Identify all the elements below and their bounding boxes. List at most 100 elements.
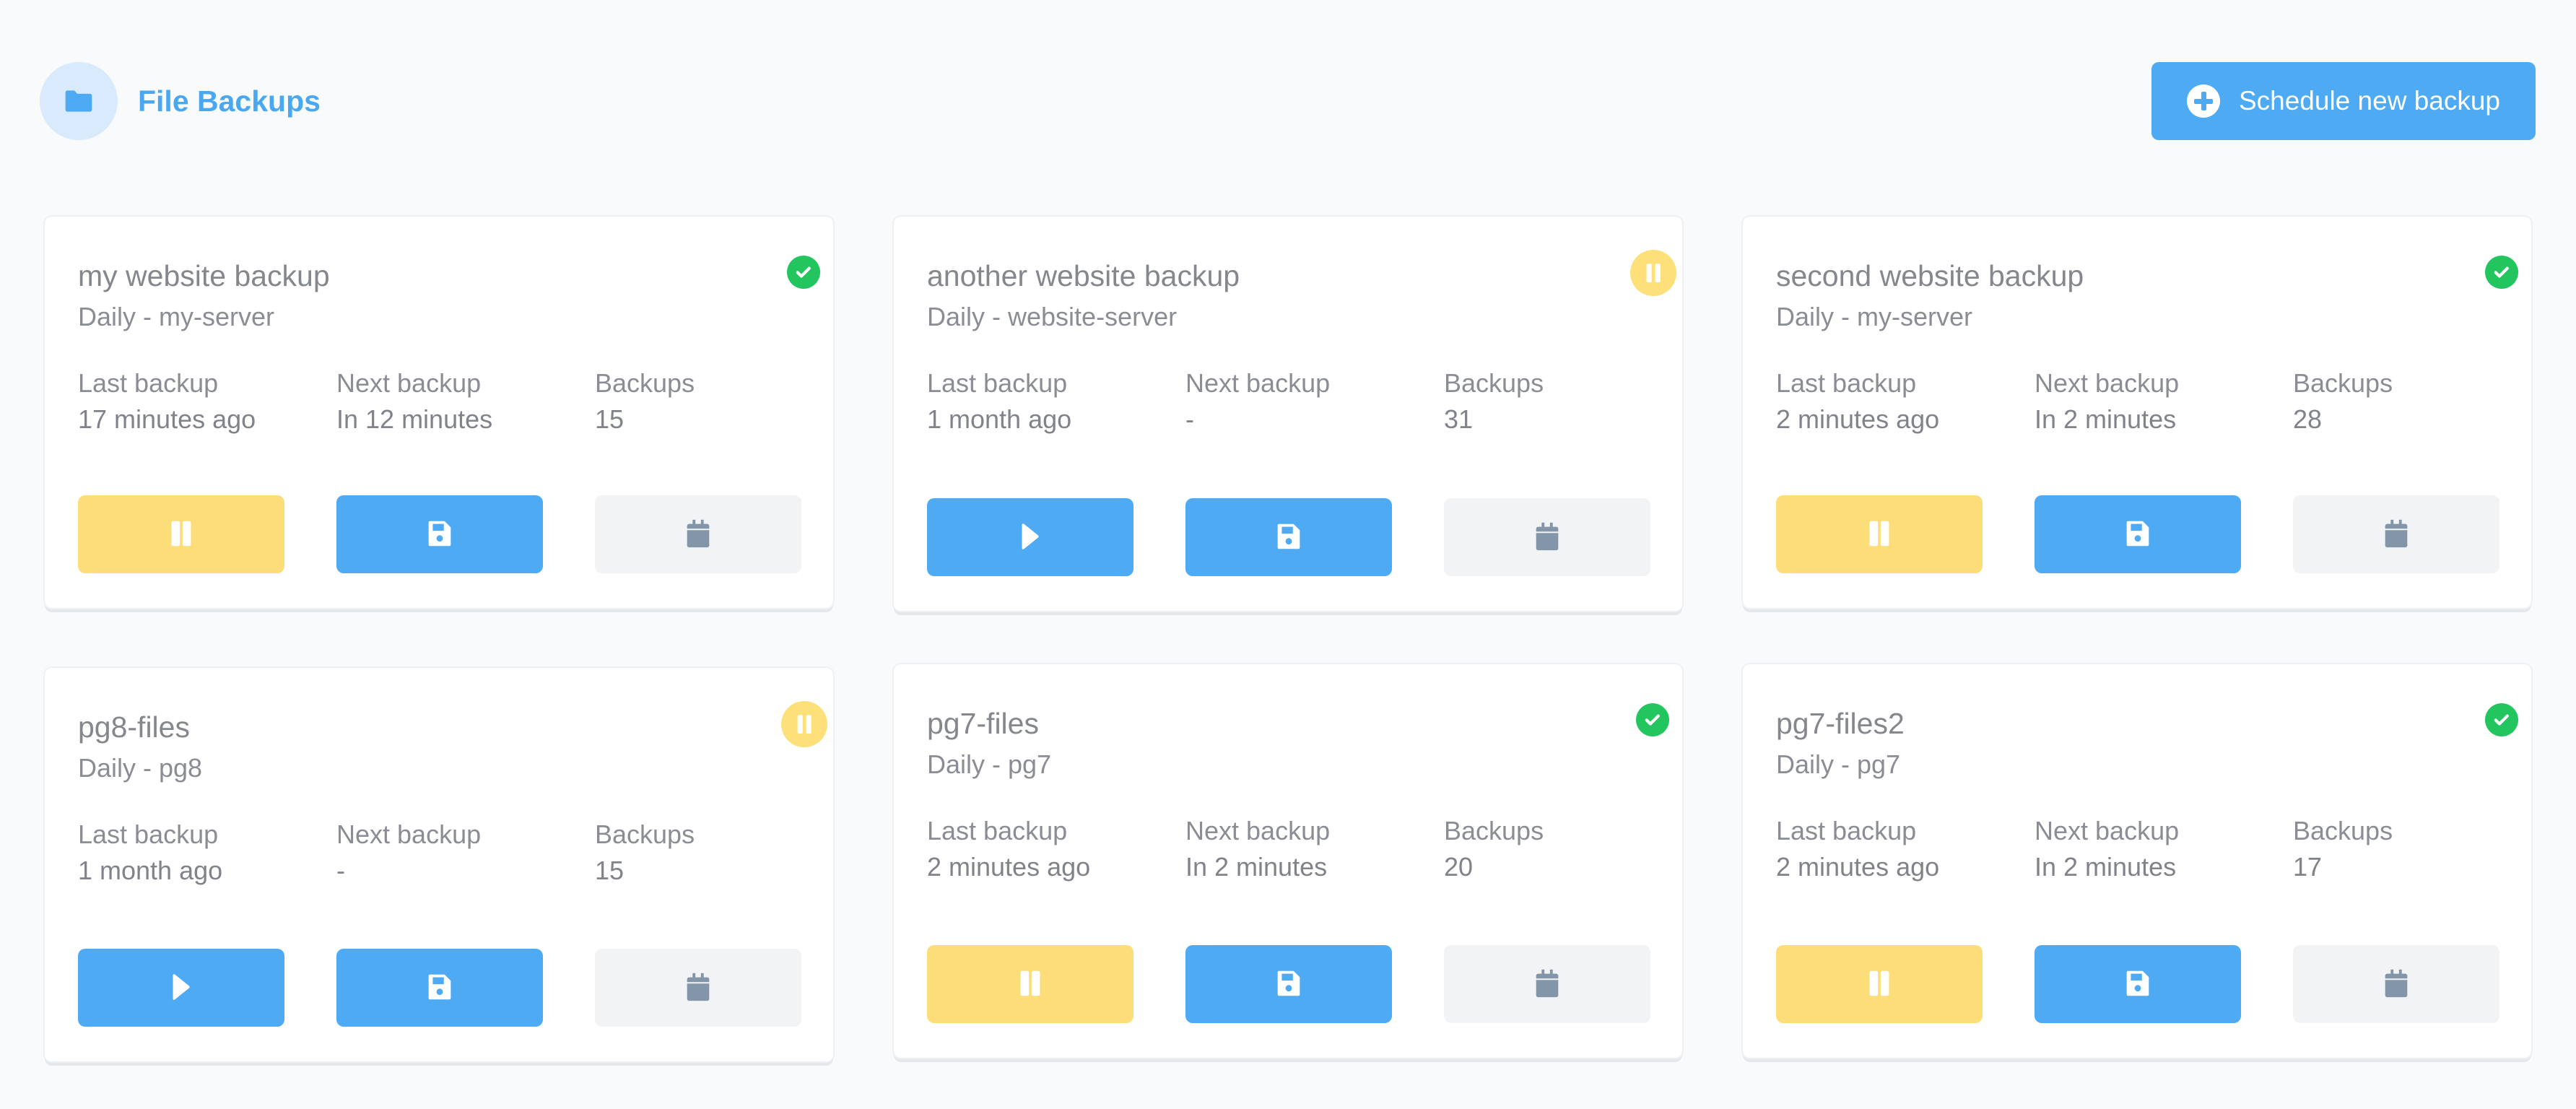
- run-backup-button[interactable]: [336, 495, 543, 573]
- next-backup-value: -: [1185, 404, 1194, 434]
- stat-label: Last backup: [78, 368, 219, 398]
- stat-label: Next backup: [2035, 816, 2180, 845]
- pause-icon: [1863, 517, 1896, 552]
- stat-last-backup: Last backup 2 minutes ago: [1776, 365, 2035, 438]
- last-backup-value: 1 month ago: [927, 404, 1072, 434]
- backups-count-value: 17: [2293, 852, 2323, 882]
- backup-stats: Last backup 1 month ago Next backup - Ba…: [927, 365, 1702, 438]
- status-ok-icon: [1636, 703, 1669, 736]
- backups-count-value: 20: [1444, 852, 1474, 882]
- backup-history-button[interactable]: [1444, 498, 1650, 576]
- backup-stats: Last backup 2 minutes ago Next backup In…: [1776, 365, 2551, 438]
- page-title: File Backups: [138, 84, 321, 118]
- last-backup-value: 17 minutes ago: [78, 404, 256, 434]
- run-backup-button[interactable]: [336, 949, 543, 1027]
- calendar-icon: [682, 970, 715, 1006]
- backup-schedule: Daily - my-server: [1776, 302, 1973, 331]
- backup-card: my website backup Daily - my-server Last…: [45, 217, 833, 608]
- stat-label: Last backup: [1776, 368, 1917, 398]
- run-backup-button[interactable]: [2035, 495, 2241, 573]
- stat-next-backup: Next backup In 2 minutes: [1185, 813, 1444, 885]
- stat-next-backup: Next backup In 2 minutes: [2035, 813, 2293, 885]
- pause-backup-button[interactable]: [927, 945, 1133, 1023]
- backup-history-button[interactable]: [2293, 945, 2499, 1023]
- stat-label: Backups: [2293, 816, 2393, 845]
- stat-label: Next backup: [2035, 368, 2180, 398]
- stat-label: Next backup: [336, 819, 482, 849]
- stat-backups-count: Backups 31: [1444, 365, 1702, 438]
- run-backup-button[interactable]: [1185, 498, 1392, 576]
- status-paused-icon: [1630, 250, 1676, 296]
- save-icon: [423, 970, 456, 1006]
- run-backup-button[interactable]: [2035, 945, 2241, 1023]
- status-ok-icon: [2485, 256, 2518, 289]
- stat-label: Next backup: [1185, 368, 1331, 398]
- stat-last-backup: Last backup 1 month ago: [927, 365, 1185, 438]
- next-backup-value: In 2 minutes: [2035, 852, 2177, 882]
- backup-card: pg7-files Daily - pg7 Last backup 2 minu…: [894, 664, 1682, 1058]
- stat-backups-count: Backups 15: [595, 365, 853, 438]
- calendar-icon: [682, 517, 715, 552]
- backups-count-value: 15: [595, 404, 625, 434]
- pause-backup-button[interactable]: [1776, 495, 1983, 573]
- status-ok-icon: [787, 256, 820, 289]
- run-backup-button[interactable]: [1185, 945, 1392, 1023]
- backup-name: second website backup: [1776, 259, 2084, 292]
- calendar-icon: [2380, 967, 2413, 1002]
- backup-schedule: Daily - website-server: [927, 302, 1178, 331]
- stat-next-backup: Next backup -: [1185, 365, 1444, 438]
- backup-schedule: Daily - pg8: [78, 753, 203, 783]
- backup-stats: Last backup 2 minutes ago Next backup In…: [1776, 813, 2551, 885]
- backup-card: second website backup Daily - my-server …: [1743, 217, 2531, 608]
- backup-schedule: Daily - pg7: [927, 749, 1052, 779]
- stat-last-backup: Last backup 2 minutes ago: [1776, 813, 2035, 885]
- backup-actions: [1776, 495, 2499, 573]
- backup-history-button[interactable]: [595, 949, 801, 1027]
- resume-backup-button[interactable]: [927, 498, 1133, 576]
- pause-backup-button[interactable]: [78, 495, 284, 573]
- pause-icon: [165, 517, 198, 552]
- last-backup-value: 2 minutes ago: [1776, 852, 1940, 882]
- last-backup-value: 1 month ago: [78, 856, 223, 885]
- stat-label: Last backup: [78, 819, 219, 849]
- backups-count-value: 28: [2293, 404, 2323, 434]
- stat-next-backup: Next backup In 2 minutes: [2035, 365, 2293, 438]
- next-backup-value: In 12 minutes: [336, 404, 493, 434]
- resume-backup-button[interactable]: [78, 949, 284, 1027]
- backup-actions: [1776, 945, 2499, 1023]
- backup-name: pg8-files: [78, 710, 190, 744]
- backup-schedule: Daily - my-server: [78, 302, 275, 331]
- page-header: File Backups Schedule new backup: [0, 0, 2576, 202]
- stat-label: Backups: [595, 368, 695, 398]
- calendar-icon: [1531, 520, 1564, 555]
- backup-history-button[interactable]: [595, 495, 801, 573]
- status-paused-icon: [781, 701, 827, 747]
- stat-label: Backups: [1444, 368, 1544, 398]
- calendar-icon: [1531, 967, 1564, 1002]
- stat-label: Backups: [1444, 816, 1544, 845]
- backup-actions: [927, 945, 1650, 1023]
- backup-actions: [927, 498, 1650, 576]
- backup-stats: Last backup 1 month ago Next backup - Ba…: [78, 817, 853, 889]
- next-backup-value: In 2 minutes: [2035, 404, 2177, 434]
- backup-actions: [78, 949, 801, 1027]
- backup-stats: Last backup 17 minutes ago Next backup I…: [78, 365, 853, 438]
- next-backup-value: In 2 minutes: [1185, 852, 1328, 882]
- plus-circle-icon: [2186, 84, 2220, 118]
- schedule-new-backup-button[interactable]: Schedule new backup: [2151, 62, 2536, 140]
- folder-icon-badge: [40, 62, 118, 140]
- backup-card: pg8-files Daily - pg8 Last backup 1 mont…: [45, 668, 833, 1061]
- stat-last-backup: Last backup 2 minutes ago: [927, 813, 1185, 885]
- backup-name: pg7-files: [927, 707, 1039, 740]
- backup-card: another website backup Daily - website-s…: [894, 217, 1682, 611]
- backups-count-value: 31: [1444, 404, 1474, 434]
- backup-name: pg7-files2: [1776, 707, 1905, 740]
- backup-history-button[interactable]: [2293, 495, 2499, 573]
- stat-label: Backups: [595, 819, 695, 849]
- backup-history-button[interactable]: [1444, 945, 1650, 1023]
- status-ok-icon: [2485, 703, 2518, 736]
- pause-backup-button[interactable]: [1776, 945, 1983, 1023]
- backup-schedule: Daily - pg7: [1776, 749, 1901, 779]
- stat-label: Last backup: [927, 368, 1068, 398]
- save-icon: [1272, 967, 1305, 1002]
